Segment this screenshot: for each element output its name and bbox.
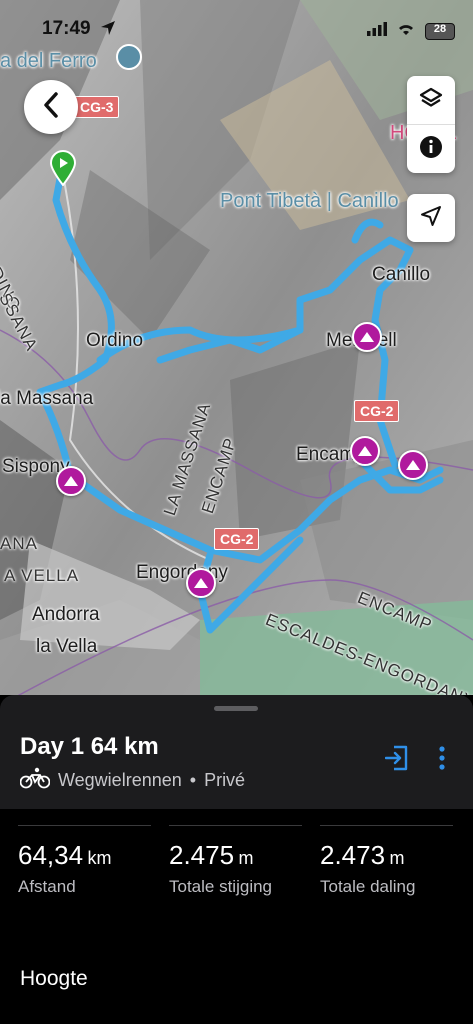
more-options-button[interactable] — [439, 746, 445, 775]
summit-marker-icon[interactable] — [56, 466, 86, 496]
road-badge-cg3: CG-3 — [74, 96, 120, 118]
map-controls — [407, 76, 455, 173]
summit-marker-icon[interactable] — [398, 450, 428, 480]
map-label-pont-tibeta: Pont Tibetà | Canillo — [220, 190, 399, 212]
map-label-la-massana: la Massana — [0, 388, 94, 409]
summit-marker-icon[interactable] — [352, 322, 382, 352]
stat-ascent: 2.475 m Totale stijging — [169, 825, 302, 897]
road-badge-cg2: CG-2 — [354, 400, 400, 422]
chevron-left-icon — [43, 91, 59, 123]
map-view[interactable]: a del Ferro HOTEL Pont Tibetà | Canillo … — [0, 0, 473, 720]
bicycle-icon — [19, 767, 51, 794]
stat-distance: 64,34 km Afstand — [18, 825, 151, 897]
separator-dot: • — [189, 770, 197, 790]
sheet-grabber[interactable] — [214, 706, 258, 711]
map-label-andorra: Andorra — [32, 604, 100, 625]
stat-value: 64,34 — [18, 840, 84, 870]
start-marker-icon[interactable] — [49, 150, 77, 191]
map-label-ordino: Ordino — [86, 330, 144, 351]
road-badge-cg2: CG-2 — [214, 528, 260, 550]
location-arrow-icon — [100, 20, 116, 41]
info-button[interactable] — [407, 124, 455, 173]
navigation-arrow-icon — [420, 205, 442, 232]
route-subtitle: Wegwielrennen • Privé — [19, 767, 246, 794]
signal-icon — [367, 22, 387, 41]
map-label-vella-region: A VELLA — [4, 566, 80, 585]
sheet-header: Day 1 64 km Wegwielrennen • Privé — [0, 695, 473, 809]
stat-value: 2.475 — [169, 840, 235, 870]
locate-button[interactable] — [407, 194, 455, 242]
stat-descent: 2.473 m Totale daling — [320, 825, 453, 897]
map-label-ana-region: ANA — [0, 534, 38, 553]
map-controls-location — [407, 194, 455, 242]
activity-type: Wegwielrennen — [58, 770, 182, 790]
stat-unit: m — [389, 848, 405, 868]
status-bar: 17:49 28 — [0, 0, 473, 60]
battery-level: 28 — [433, 23, 447, 35]
back-button[interactable] — [24, 80, 78, 134]
export-button[interactable] — [384, 745, 409, 776]
map-label-canillo: Canillo — [372, 264, 431, 285]
route-stats: 64,34 km Afstand 2.475 m Totale stijging… — [0, 825, 473, 897]
summit-marker-icon[interactable] — [350, 436, 380, 466]
visibility-label: Privé — [204, 770, 246, 790]
stat-unit: m — [238, 848, 254, 868]
route-title: Day 1 64 km — [20, 733, 159, 760]
battery-icon: 28 — [425, 23, 455, 40]
layers-icon — [419, 87, 443, 114]
stat-value: 2.473 — [320, 840, 386, 870]
layers-button[interactable] — [407, 76, 455, 124]
info-icon — [419, 135, 443, 164]
summit-marker-icon[interactable] — [186, 568, 216, 598]
elevation-section-title: Hoogte — [20, 967, 88, 990]
stat-label: Totale daling — [320, 877, 416, 896]
route-details-sheet: Day 1 64 km Wegwielrennen • Privé 64,34 … — [0, 695, 473, 1024]
sheet-actions — [384, 745, 445, 776]
wifi-icon — [397, 22, 415, 41]
map-label-la-vella: la Vella — [36, 636, 98, 657]
stat-label: Afstand — [18, 877, 76, 896]
stat-label: Totale stijging — [169, 877, 273, 896]
status-time: 17:49 — [42, 18, 91, 39]
stat-unit: km — [87, 848, 112, 868]
